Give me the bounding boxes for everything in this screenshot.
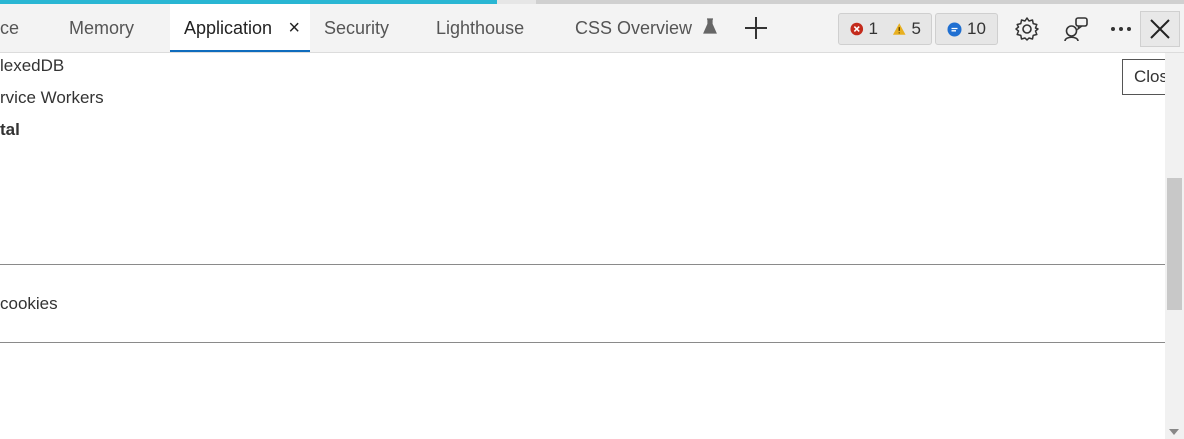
tab-memory[interactable]: Memory [69, 4, 134, 52]
close-devtools-button[interactable] [1140, 11, 1180, 47]
vertical-scrollbar[interactable] [1165, 53, 1184, 439]
warning-icon [892, 23, 906, 35]
section-divider [0, 264, 1165, 265]
list-item-indexeddb[interactable]: lexedDB [0, 56, 64, 76]
close-icon [1150, 19, 1170, 39]
scrollbar-thumb[interactable] [1167, 178, 1182, 310]
issues-count: 10 [967, 19, 986, 38]
tab-performance[interactable]: ce [0, 4, 60, 52]
list-item-cookies[interactable]: cookies [0, 294, 58, 314]
issues-chat-icon [947, 22, 962, 36]
scroll-down-arrow-icon[interactable] [1169, 429, 1179, 435]
tab-application[interactable]: Application × [170, 4, 310, 52]
experiment-flask-icon [703, 18, 717, 34]
error-icon [850, 22, 864, 36]
error-count: 1 [868, 19, 879, 38]
list-item-total: tal [0, 120, 20, 139]
tab-label: ce [0, 18, 20, 38]
list-item-service-workers[interactable]: rvice Workers [0, 88, 104, 108]
section-divider [0, 342, 1165, 343]
tab-label: Application [184, 18, 273, 38]
tab-label: Memory [69, 18, 135, 38]
more-options-icon[interactable] [1104, 12, 1138, 46]
tab-security[interactable]: Security [324, 4, 389, 52]
tab-css-overview[interactable]: CSS Overview [575, 4, 717, 52]
devtools-tab-bar: ce Memory Application × Security Lightho… [0, 4, 1184, 53]
errors-warnings-badge[interactable]: 1 5 [838, 13, 932, 45]
more-tools-plus-icon[interactable] [740, 12, 772, 44]
tab-label: Security [324, 18, 390, 38]
warning-count: 5 [911, 19, 921, 38]
tab-label: CSS Overview [575, 18, 693, 38]
tab-lighthouse[interactable]: Lighthouse [436, 4, 524, 52]
close-tab-icon[interactable]: × [288, 4, 300, 52]
tab-label: Lighthouse [436, 18, 525, 38]
feedback-icon[interactable] [1059, 12, 1093, 46]
settings-gear-icon[interactable] [1010, 12, 1044, 46]
issues-badge[interactable]: 10 [935, 13, 998, 45]
